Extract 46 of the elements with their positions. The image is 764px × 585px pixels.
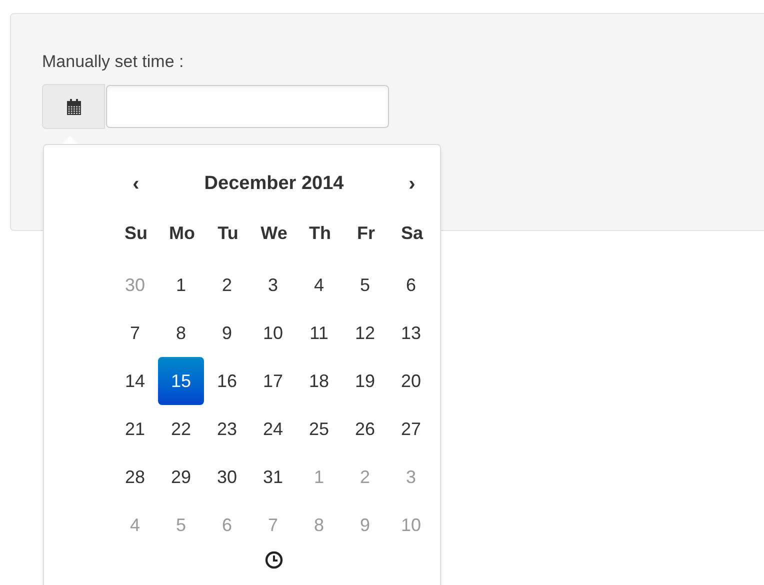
weekday-header: Tu xyxy=(216,222,240,244)
month-title[interactable]: December 2014 xyxy=(159,170,389,198)
day-cell[interactable]: 10 xyxy=(250,309,296,357)
day-cell[interactable]: 18 xyxy=(296,357,342,405)
weekday-header: Mo xyxy=(168,222,196,244)
weekday-header: Th xyxy=(308,222,332,244)
day-cell[interactable]: 21 xyxy=(112,405,158,453)
day-cell[interactable]: 3 xyxy=(250,261,296,309)
calendar-icon xyxy=(66,98,82,114)
day-cell[interactable]: 30 xyxy=(204,453,250,501)
day-cell[interactable]: 26 xyxy=(342,405,388,453)
day-cell[interactable]: 6 xyxy=(388,261,434,309)
weekday-header: We xyxy=(260,222,288,244)
time-input[interactable] xyxy=(106,85,389,128)
field-label: Manually set time : xyxy=(42,51,184,73)
day-cell[interactable]: 11 xyxy=(296,309,342,357)
day-cell[interactable]: 13 xyxy=(388,309,434,357)
day-cell[interactable]: 22 xyxy=(158,405,204,453)
day-cell[interactable]: 5 xyxy=(342,261,388,309)
weekday-header: Su xyxy=(123,222,148,244)
day-cell[interactable]: 28 xyxy=(112,453,158,501)
day-cell[interactable]: 7 xyxy=(112,309,158,357)
day-cell[interactable]: 17 xyxy=(250,357,296,405)
previous-month-button[interactable]: ‹ xyxy=(113,169,159,199)
day-cell[interactable]: 31 xyxy=(250,453,296,501)
day-cell[interactable]: 4 xyxy=(296,261,342,309)
day-cell[interactable]: 23 xyxy=(204,405,250,453)
next-month-button[interactable]: › xyxy=(389,169,435,199)
calendar-button[interactable] xyxy=(42,84,105,129)
weekday-header: Sa xyxy=(400,222,424,244)
day-cell[interactable]: 20 xyxy=(388,357,434,405)
day-cell[interactable]: 1 xyxy=(158,261,204,309)
day-cell[interactable]: 9 xyxy=(204,309,250,357)
day-cell[interactable]: 12 xyxy=(342,309,388,357)
clock-icon[interactable] xyxy=(265,551,283,569)
day-cell[interactable]: 19 xyxy=(342,357,388,405)
day-cell[interactable]: 24 xyxy=(250,405,296,453)
day-cell[interactable]: 15 xyxy=(158,357,204,405)
day-cell[interactable]: 29 xyxy=(158,453,204,501)
day-cell[interactable]: 2 xyxy=(204,261,250,309)
day-cell[interactable]: 27 xyxy=(388,405,434,453)
day-cell[interactable]: 8 xyxy=(158,309,204,357)
weekday-header: Fr xyxy=(356,222,376,244)
day-cell[interactable]: 16 xyxy=(204,357,250,405)
day-cell[interactable]: 14 xyxy=(112,357,158,405)
day-cell[interactable]: 25 xyxy=(296,405,342,453)
